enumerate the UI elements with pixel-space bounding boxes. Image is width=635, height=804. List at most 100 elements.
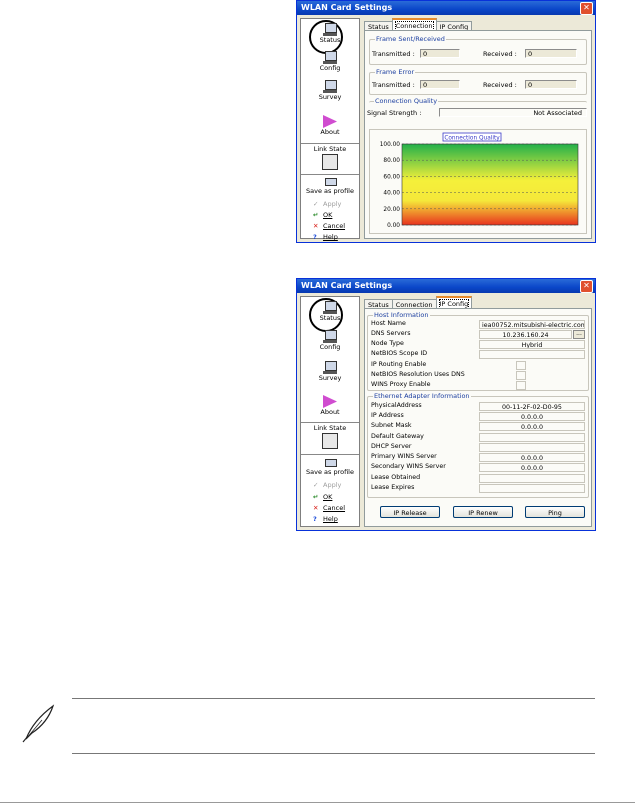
sidebar-item-survey[interactable]: Survey — [301, 79, 359, 101]
default-gateway-row: Default Gateway — [371, 433, 585, 442]
sidebar-item-config[interactable]: Config — [301, 329, 359, 351]
link-state-icon — [322, 433, 338, 449]
netbios-scope-label: NetBIOS Scope ID — [371, 350, 428, 357]
primary-wins-label: Primary WINS Server — [371, 453, 437, 460]
apply-icon: ✓ — [313, 481, 319, 489]
ip-routing-row: IP Routing Enable — [371, 361, 585, 370]
frame-error-title: Frame Error — [375, 68, 416, 76]
window-title-text: WLAN Card Settings — [301, 3, 393, 12]
close-button[interactable]: ✕ — [580, 2, 593, 15]
about-icon — [323, 395, 337, 408]
netbios-scope-row: NetBIOS Scope ID — [371, 350, 585, 359]
secondary-wins-value: 0.0.0.0 — [479, 463, 585, 472]
host-information-title: Host Information — [373, 311, 430, 319]
dns-servers-value: 10.236.160.24 — [479, 330, 572, 339]
help-label: Help — [323, 515, 338, 523]
physical-address-row: PhysicalAddress 00-11-2F-02-D0-95 — [371, 402, 585, 411]
ip-release-button[interactable]: IP Release — [380, 506, 440, 518]
dns-more-button[interactable]: ... — [573, 330, 585, 339]
lease-obtained-row: Lease Obtained — [371, 474, 585, 483]
host-information-group: Host Information Host Name iea00752.mits… — [367, 311, 589, 391]
transmitted-label: Transmitted : — [372, 50, 415, 58]
sidebar-item-survey[interactable]: Survey — [301, 360, 359, 382]
sidebar: Status Config Survey About Link State Sa… — [300, 18, 360, 241]
default-gateway-value — [479, 433, 585, 442]
cancel-button[interactable]: ✕ Cancel — [313, 222, 345, 230]
help-icon: ? — [313, 515, 317, 523]
computer-icon — [322, 22, 338, 36]
note-bottom-rule — [72, 753, 595, 754]
sidebar-divider — [301, 422, 359, 423]
save-as-profile-button[interactable]: Save as profile — [301, 177, 359, 195]
survey-icon — [322, 360, 338, 374]
sidebar-label-about: About — [320, 128, 340, 136]
save-profile-icon — [322, 177, 338, 187]
sidebar-item-config[interactable]: Config — [301, 50, 359, 72]
help-label: Help — [323, 233, 338, 241]
sidebar-item-about[interactable]: About — [301, 115, 359, 136]
ping-button[interactable]: Ping — [525, 506, 585, 518]
apply-label: Apply — [323, 481, 342, 489]
ok-label: OK — [323, 493, 333, 501]
cancel-button[interactable]: ✕ Cancel — [313, 504, 345, 512]
wins-proxy-label: WINS Proxy Enable — [371, 381, 431, 388]
link-state-icon — [322, 154, 338, 170]
connection-quality-title: Connection Quality — [374, 97, 439, 105]
ip-renew-button[interactable]: IP Renew — [453, 506, 513, 518]
ethernet-adapter-title: Ethernet Adapter Information — [373, 392, 471, 400]
transmitted-value: 0 — [420, 49, 460, 58]
about-icon — [323, 115, 337, 128]
note-top-rule — [72, 698, 595, 699]
ok-button[interactable]: ↵ OK — [313, 211, 332, 219]
error-received-label: Received : — [483, 81, 517, 89]
tab-strip: Status Connection IP Config — [364, 296, 473, 310]
physical-address-label: PhysicalAddress — [371, 402, 422, 409]
ip-address-label: IP Address — [371, 412, 404, 419]
y-tick-label: 80.00 — [383, 158, 400, 164]
sidebar-label-about: About — [320, 408, 340, 416]
sidebar-item-about[interactable]: About — [301, 395, 359, 416]
ok-button[interactable]: ↵ OK — [313, 493, 332, 501]
sidebar-item-link-state[interactable]: Link State — [301, 424, 359, 450]
sidebar-item-status[interactable]: Status — [301, 20, 359, 54]
ip-routing-indicator — [516, 361, 526, 370]
sidebar-label-survey: Survey — [318, 374, 342, 382]
tab-connection-label: Connection — [394, 21, 434, 31]
ok-icon: ↵ — [313, 211, 319, 219]
save-as-profile-label: Save as profile — [306, 468, 354, 476]
sidebar-item-status[interactable]: Status — [301, 298, 359, 332]
host-name-value: iea00752.mitsubishi-electric.com.s — [479, 320, 585, 329]
tab-ip-config-label: IP Config — [438, 299, 470, 309]
help-button[interactable]: ? Help — [313, 233, 338, 241]
secondary-wins-row: Secondary WINS Server 0.0.0.0 — [371, 463, 585, 472]
apply-icon: ✓ — [313, 200, 319, 208]
save-as-profile-button[interactable]: Save as profile — [301, 458, 359, 476]
sidebar-divider — [301, 143, 359, 144]
wlan-settings-window-connection: WLAN Card Settings ✕ Status Config Surve… — [296, 0, 596, 243]
connection-quality-chart: Connection Quality 100.00 80.00 60.00 40.00… — [369, 129, 587, 234]
tab-panel: Status Connection IP Config Host Informati… — [364, 296, 592, 527]
dns-servers-label: DNS Servers — [371, 330, 411, 337]
close-button[interactable]: ✕ — [580, 280, 593, 293]
computer-icon — [322, 300, 338, 314]
lease-expires-row: Lease Expires — [371, 484, 585, 493]
apply-button[interactable]: ✓ Apply — [313, 200, 341, 208]
sidebar-label-config: Config — [319, 64, 341, 72]
config-icon — [322, 50, 338, 64]
quality-chart-svg: Connection Quality 100.00 80.00 60.00 40.00… — [380, 132, 579, 229]
help-button[interactable]: ? Help — [313, 515, 338, 523]
dhcp-server-label: DHCP Server — [371, 443, 412, 450]
node-type-value: Hybrid — [479, 340, 585, 349]
wlan-settings-window-ipconfig: WLAN Card Settings ✕ Status Config Surve… — [296, 278, 596, 531]
signal-strength-label: Signal Strength : — [367, 109, 422, 117]
primary-wins-row: Primary WINS Server 0.0.0.0 — [371, 453, 585, 462]
frame-error-group: Frame Error Transmitted : 0 Received : 0 — [369, 68, 587, 95]
netbios-dns-label: NetBIOS Resolution Uses DNS — [371, 371, 465, 378]
frame-sent-group: Frame Sent/Received Transmitted : 0 Rece… — [369, 35, 587, 65]
apply-button[interactable]: ✓ Apply — [313, 481, 341, 489]
save-profile-icon — [322, 458, 338, 468]
apply-label: Apply — [323, 200, 342, 208]
connection-tab-body: Frame Sent/Received Transmitted : 0 Rece… — [364, 30, 592, 239]
wins-proxy-indicator — [516, 381, 526, 390]
sidebar-item-link-state[interactable]: Link State — [301, 145, 359, 171]
